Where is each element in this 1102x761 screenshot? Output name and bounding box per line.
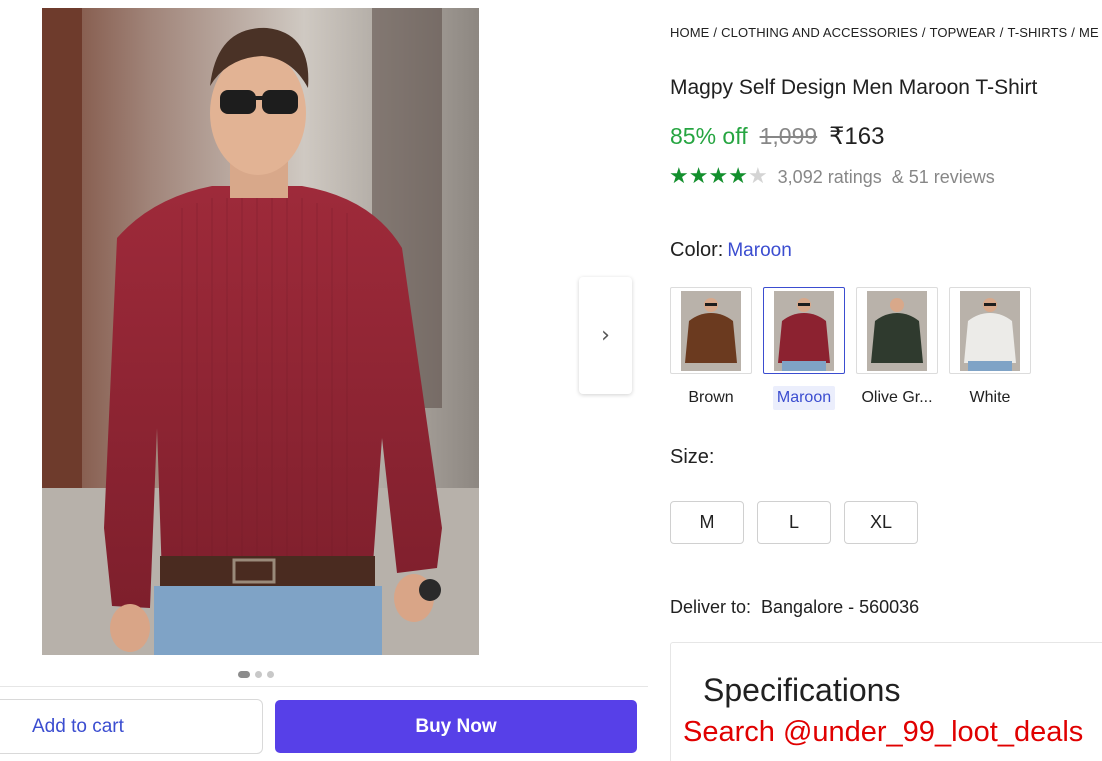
color-option-brown[interactable]: Brown <box>670 287 752 410</box>
reviews-count: & 51 reviews <box>891 166 995 187</box>
star-icon: ★ <box>669 164 689 189</box>
next-image-button[interactable]: › <box>579 277 632 394</box>
carousel-dot-3[interactable] <box>267 671 274 678</box>
carousel-dot-1[interactable] <box>238 671 250 678</box>
breadcrumb-separator: / <box>999 25 1004 40</box>
color-thumbnail <box>949 287 1031 374</box>
color-thumbnail <box>763 287 845 374</box>
price-row: 85% off 1,099 ₹163 <box>670 122 884 151</box>
color-option-label: Brown <box>688 389 734 406</box>
carousel-dot-2[interactable] <box>255 671 262 678</box>
discount-percent: 85% off <box>670 123 748 149</box>
carousel-dots <box>238 671 274 678</box>
delivery-row[interactable]: Deliver to: Bangalore - 560036 <box>670 597 919 618</box>
selected-color: Maroon <box>727 240 792 261</box>
color-thumbnail <box>670 287 752 374</box>
rating-stars: ★ ★ ★ ★ ★ <box>669 165 768 189</box>
color-label: Color: <box>670 239 724 261</box>
olive-sweater-thumbnail <box>867 290 927 371</box>
maroon-sweater-thumbnail <box>774 290 834 371</box>
breadcrumb-item-home[interactable]: HOME <box>670 25 709 40</box>
size-option-m[interactable]: M <box>670 501 744 544</box>
product-title: Magpy Self Design Men Maroon T-Shirt <box>670 76 1038 99</box>
original-price: 1,099 <box>759 123 818 149</box>
breadcrumb-separator: / <box>713 25 718 40</box>
rating-row[interactable]: ★ ★ ★ ★ ★ 3,092 ratings & 51 reviews <box>669 165 995 189</box>
buy-now-button[interactable]: Buy Now <box>275 700 637 753</box>
breadcrumb-item-tshirts[interactable]: T-SHIRTS <box>1008 25 1068 40</box>
star-icon: ★ <box>708 164 729 189</box>
brown-sweater-thumbnail <box>681 290 741 371</box>
specifications-title: Specifications <box>703 672 901 708</box>
selling-price: ₹163 <box>829 123 885 150</box>
breadcrumb: HOME / CLOTHING AND ACCESSORIES / TOPWEAR / T-… <box>670 25 1102 40</box>
breadcrumb-item-men[interactable]: ME <box>1079 25 1099 40</box>
color-option-white[interactable]: White <box>949 287 1031 410</box>
color-option-olive-green[interactable]: Olive Gr... <box>856 287 938 410</box>
color-thumbnail <box>856 287 938 374</box>
color-swatches: Brown Maroon Olive Gr... White <box>670 287 1031 410</box>
delivery-label: Deliver to: <box>670 597 752 617</box>
breadcrumb-item-clothing[interactable]: CLOTHING AND ACCESSORIES <box>721 25 918 40</box>
chevron-right-icon: › <box>601 323 610 348</box>
size-option-xl[interactable]: XL <box>844 501 918 544</box>
size-label: Size: <box>670 446 715 468</box>
size-options: M L XL <box>670 501 918 544</box>
promo-watermark-text: Search @under_99_loot_deals <box>683 716 1084 748</box>
breadcrumb-separator: / <box>921 25 926 40</box>
white-sweater-thumbnail <box>960 290 1020 371</box>
star-icon: ★ <box>728 164 748 189</box>
breadcrumb-separator: / <box>1071 25 1076 40</box>
delivery-location: Bangalore - 560036 <box>761 597 920 617</box>
star-icon: ★ <box>747 164 768 189</box>
product-photo-illustration <box>42 8 479 655</box>
star-icon: ★ <box>688 164 709 189</box>
add-to-cart-button[interactable]: Add to cart <box>0 699 263 754</box>
color-label-row: Color: Maroon <box>670 239 792 262</box>
product-image[interactable] <box>42 8 479 655</box>
color-option-label: Olive Gr... <box>861 389 933 406</box>
color-option-maroon[interactable]: Maroon <box>763 287 845 410</box>
ratings-count: 3,092 ratings <box>777 166 882 187</box>
size-option-l[interactable]: L <box>757 501 831 544</box>
color-option-label: White <box>969 389 1011 406</box>
breadcrumb-item-topwear[interactable]: TOPWEAR <box>930 25 996 40</box>
color-option-label: Maroon <box>773 386 835 410</box>
